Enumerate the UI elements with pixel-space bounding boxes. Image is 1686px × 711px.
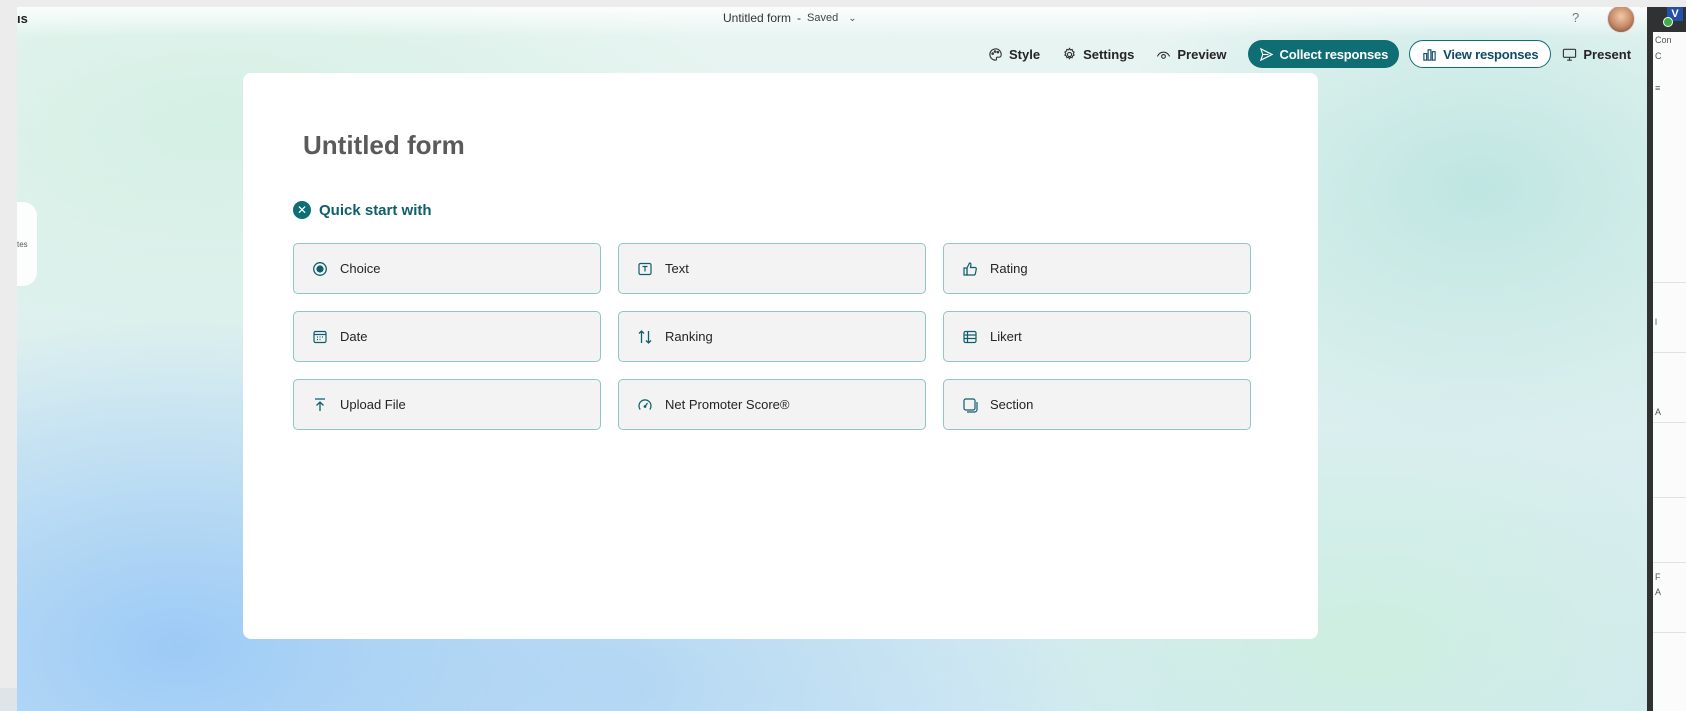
present-label: Present	[1583, 46, 1632, 62]
settings-label: Settings	[1083, 46, 1135, 62]
present-button[interactable]: Present	[1551, 40, 1642, 68]
adjacent-text: A	[1655, 407, 1662, 417]
left-gutter	[0, 0, 17, 711]
adjacent-window-strip: V Con C ≡ l A F A	[1647, 7, 1686, 711]
form-title[interactable]: Untitled form	[303, 130, 465, 161]
view-responses-button[interactable]: View responses	[1409, 40, 1552, 68]
style-button[interactable]: Style	[977, 40, 1051, 68]
document-title: Untitled form	[723, 11, 792, 25]
side-tab-templates[interactable]: tes	[17, 202, 37, 286]
question-type-label: Likert	[990, 329, 1022, 344]
question-type-choice[interactable]: Choice	[293, 243, 601, 294]
divider	[1653, 562, 1686, 563]
text-box-icon	[638, 262, 652, 275]
thumb-up-icon	[963, 261, 977, 276]
quick-start-label: Quick start with	[319, 201, 432, 219]
toolbar: Style Settings Preview Collect responses	[977, 39, 1647, 69]
table-icon	[963, 330, 977, 343]
divider	[1653, 632, 1686, 633]
preview-label: Preview	[1177, 46, 1227, 62]
question-type-net-promoter-score[interactable]: Net Promoter Score®	[618, 379, 926, 430]
question-type-grid: Choice Text Rating Date Ranking Likert U…	[293, 243, 1251, 430]
question-type-label: Upload File	[340, 397, 406, 412]
close-circle-icon[interactable]: ✕	[293, 201, 311, 219]
gauge-icon	[638, 398, 652, 410]
divider	[1653, 352, 1686, 353]
app-name: ıs	[17, 11, 28, 26]
adjacent-text: ≡	[1655, 83, 1661, 93]
bar-chart-icon	[1423, 48, 1436, 61]
adjacent-text: l	[1655, 317, 1657, 327]
section-icon	[963, 397, 978, 413]
question-type-label: Net Promoter Score®	[665, 397, 790, 412]
divider	[1653, 422, 1686, 423]
monitor-icon	[1563, 48, 1577, 61]
radio-icon	[313, 261, 327, 276]
taskbar-fragment	[0, 688, 17, 711]
help-icon[interactable]: ?	[1572, 10, 1579, 25]
send-icon	[1259, 47, 1273, 61]
side-tab-label: tes	[17, 239, 28, 249]
question-type-section[interactable]: Section	[943, 379, 1251, 430]
adjacent-text: F	[1655, 572, 1661, 582]
view-responses-label: View responses	[1443, 46, 1539, 62]
save-status: Saved	[807, 12, 839, 24]
question-type-rating[interactable]: Rating	[943, 243, 1251, 294]
title-separator: -	[797, 11, 802, 25]
document-title-dropdown[interactable]: Untitled form - Saved ⌄	[723, 11, 857, 25]
question-type-label: Rating	[990, 261, 1028, 276]
settings-button[interactable]: Settings	[1051, 40, 1145, 68]
form-card: Untitled form ✕ Quick start with Choice …	[243, 73, 1318, 639]
collect-responses-label: Collect responses	[1279, 46, 1389, 62]
palette-icon	[989, 47, 1002, 61]
upload-icon	[315, 397, 325, 411]
question-type-date[interactable]: Date	[293, 311, 601, 362]
question-type-upload-file[interactable]: Upload File	[293, 379, 601, 430]
adjacent-text: C	[1655, 51, 1662, 61]
gear-icon	[1064, 46, 1075, 60]
collect-responses-button[interactable]: Collect responses	[1247, 40, 1400, 68]
divider	[1653, 497, 1686, 498]
adjacent-panel	[1653, 32, 1686, 711]
question-type-likert[interactable]: Likert	[943, 311, 1251, 362]
question-type-label: Ranking	[665, 329, 713, 344]
divider	[1653, 282, 1686, 283]
question-type-text[interactable]: Text	[618, 243, 926, 294]
question-type-label: Text	[665, 261, 689, 276]
style-label: Style	[1009, 46, 1041, 62]
question-type-label: Choice	[340, 261, 381, 276]
question-type-ranking[interactable]: Ranking	[618, 311, 926, 362]
adjacent-text: A	[1655, 587, 1662, 597]
preview-button[interactable]: Preview	[1145, 40, 1237, 68]
question-type-label: Section	[990, 397, 1034, 412]
arrow-sort-icon	[638, 329, 652, 344]
title-bar: ıs Untitled form - Saved ⌄ ?	[17, 7, 1647, 37]
eye-icon	[1157, 51, 1171, 59]
chevron-down-icon: ⌄	[848, 12, 857, 24]
adjacent-text: Con	[1655, 35, 1672, 45]
calendar-icon	[313, 330, 327, 343]
avatar[interactable]	[1607, 7, 1635, 33]
status-dot	[1663, 17, 1673, 27]
question-type-label: Date	[340, 329, 368, 344]
quick-start-toggle[interactable]: ✕ Quick start with	[293, 201, 432, 219]
